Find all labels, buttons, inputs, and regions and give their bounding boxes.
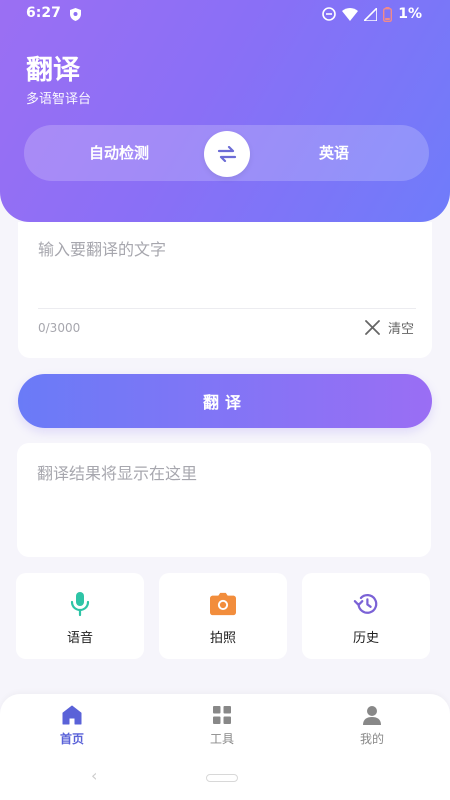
camera-tool-button[interactable]: 拍照 (159, 573, 287, 659)
home-icon (61, 704, 83, 726)
status-icons: 1% (322, 6, 422, 22)
source-text-input[interactable] (38, 236, 416, 306)
status-bar: 6:27 1% (0, 0, 450, 30)
header: 6:27 1% 翻译 多语智译台 自动检测 英语 (0, 0, 450, 222)
camera-icon (210, 591, 236, 617)
history-tool-button[interactable]: 历史 (302, 573, 430, 659)
input-card: 0/3000 清空 (18, 222, 432, 358)
home-pill[interactable] (206, 774, 238, 782)
battery-icon (383, 6, 393, 22)
page-title: 翻译 (26, 55, 80, 86)
target-language-button[interactable]: 英语 (259, 125, 409, 181)
nav-item-tools[interactable]: 工具 (182, 704, 262, 747)
nav-label: 工具 (209, 732, 234, 746)
shield-icon (70, 8, 81, 21)
close-icon (365, 320, 380, 335)
user-icon (361, 704, 383, 726)
result-placeholder: 翻译结果将显示在这里 (37, 464, 198, 483)
microphone-icon (67, 591, 93, 617)
signal-icon (364, 7, 378, 21)
history-icon (353, 591, 379, 617)
status-time: 6:27 (26, 5, 61, 21)
clear-button[interactable]: 清空 (365, 318, 414, 337)
grid-icon (211, 704, 233, 726)
tool-label: 语音 (66, 631, 93, 646)
swap-language-button[interactable] (204, 131, 250, 177)
translate-button[interactable]: 翻译 (18, 374, 432, 428)
source-language-button[interactable]: 自动检测 (44, 125, 194, 181)
nav-item-profile[interactable]: 我的 (332, 704, 412, 747)
result-card: 翻译结果将显示在这里 (17, 443, 431, 557)
tool-label: 历史 (352, 631, 379, 646)
bottom-nav: 首页 工具 我的 (0, 694, 450, 754)
nav-label: 首页 (59, 732, 84, 746)
nav-label: 我的 (359, 732, 384, 746)
wifi-icon (342, 7, 359, 21)
battery-percent: 1% (398, 6, 422, 22)
nav-item-home[interactable]: 首页 (32, 704, 112, 747)
char-count: 0/3000 (38, 321, 81, 335)
language-selector: 自动检测 英语 (24, 125, 429, 181)
dnd-icon (322, 7, 337, 21)
page-subtitle: 多语智译台 (26, 92, 92, 107)
back-icon[interactable]: ‹ (91, 766, 97, 785)
tool-label: 拍照 (209, 631, 236, 646)
divider (38, 308, 416, 309)
voice-tool-button[interactable]: 语音 (16, 573, 144, 659)
swap-icon (217, 146, 237, 162)
clear-label: 清空 (387, 322, 414, 337)
system-nav-bar: ‹ (0, 754, 450, 800)
